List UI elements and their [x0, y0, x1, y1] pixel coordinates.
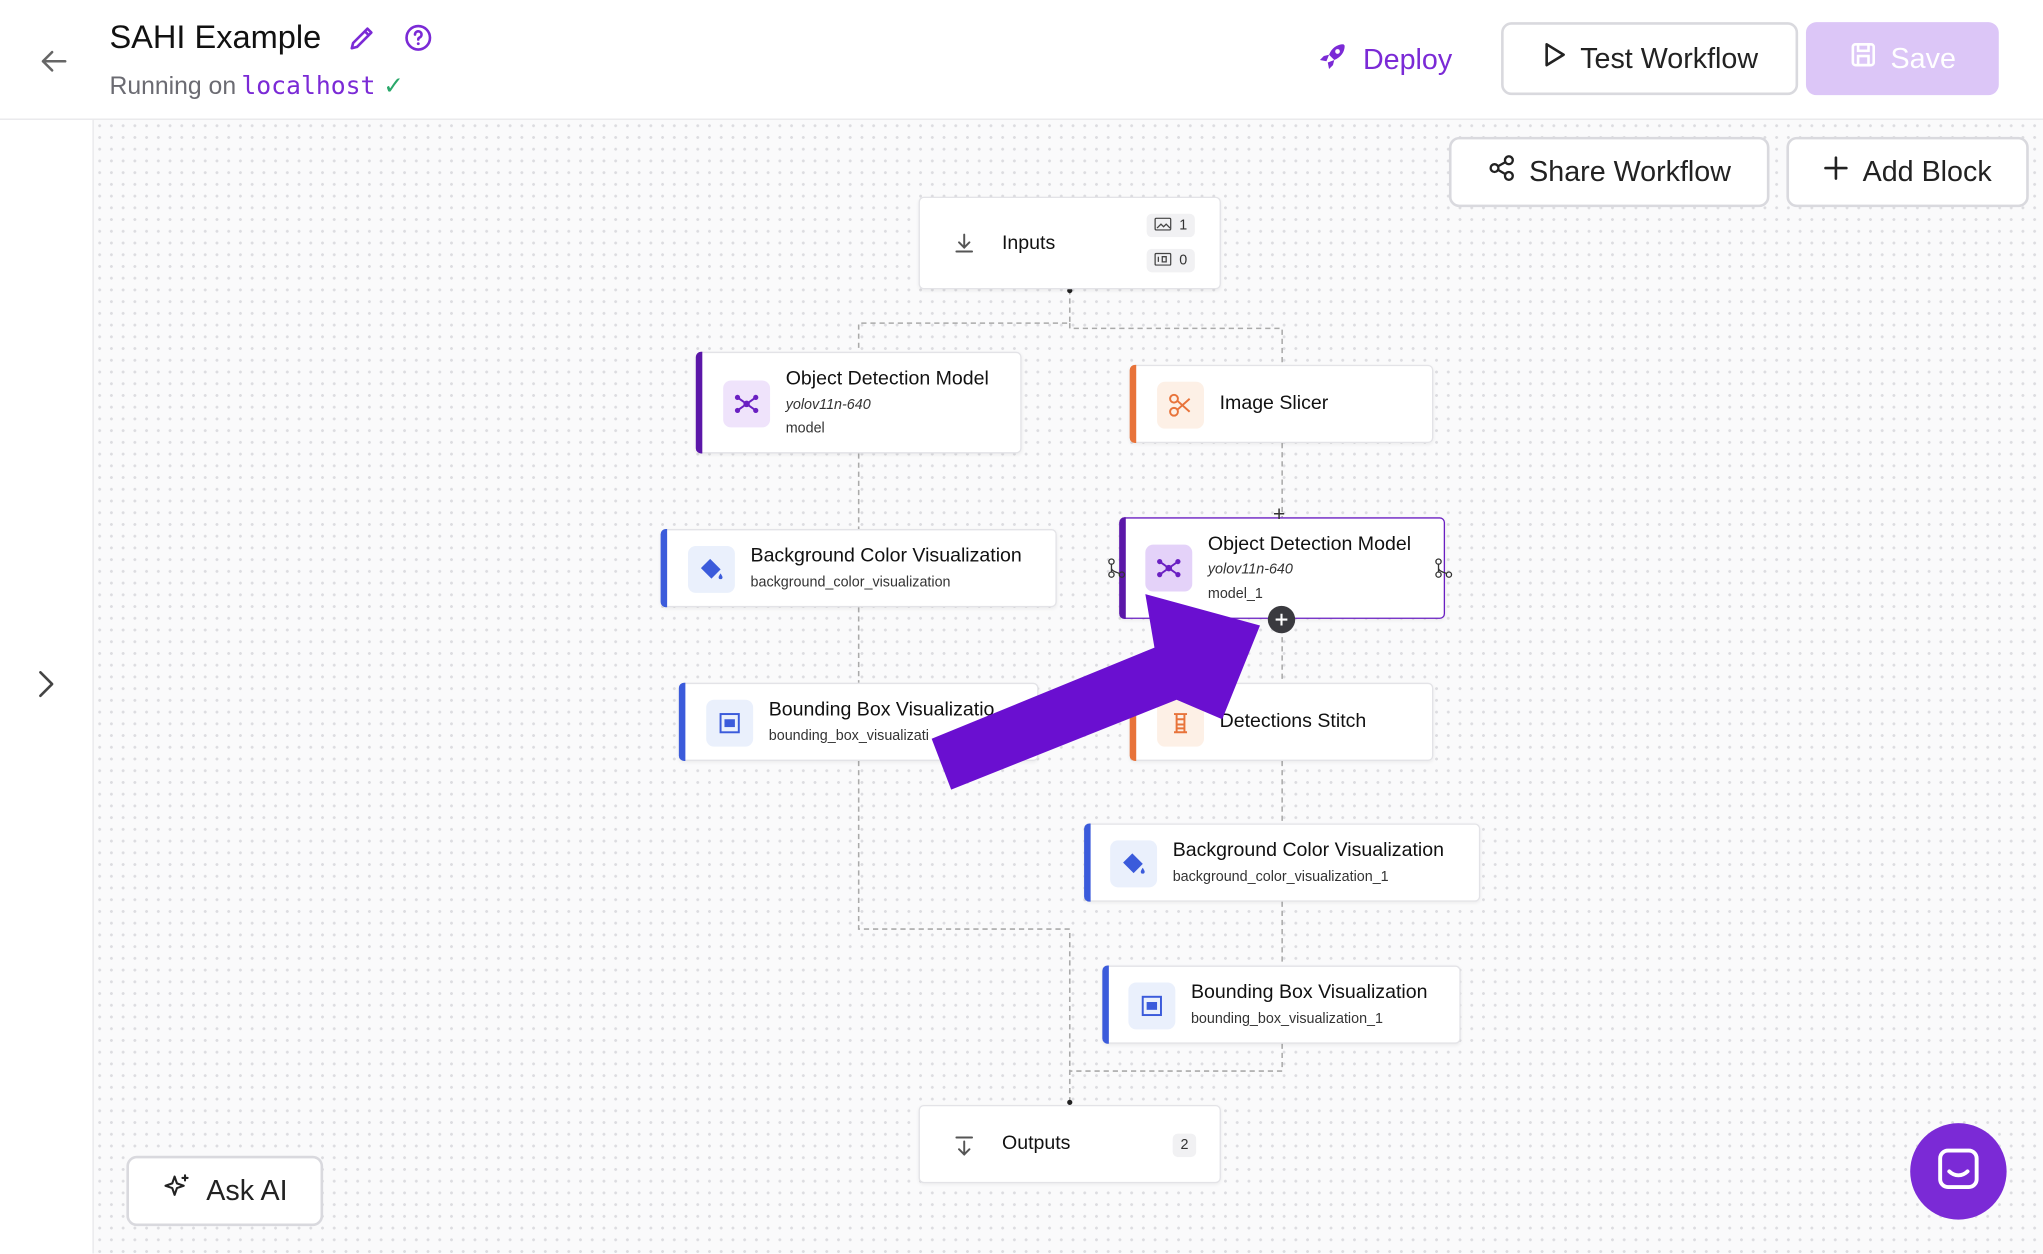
chat-launcher-button[interactable]: [1910, 1123, 2007, 1220]
sparkles-icon: [162, 1171, 193, 1210]
chat-icon: [1936, 1146, 1980, 1197]
annotation-arrow: [931, 594, 1261, 790]
ask-ai-button[interactable]: Ask AI: [126, 1155, 324, 1227]
ask-ai-label: Ask AI: [206, 1174, 288, 1207]
